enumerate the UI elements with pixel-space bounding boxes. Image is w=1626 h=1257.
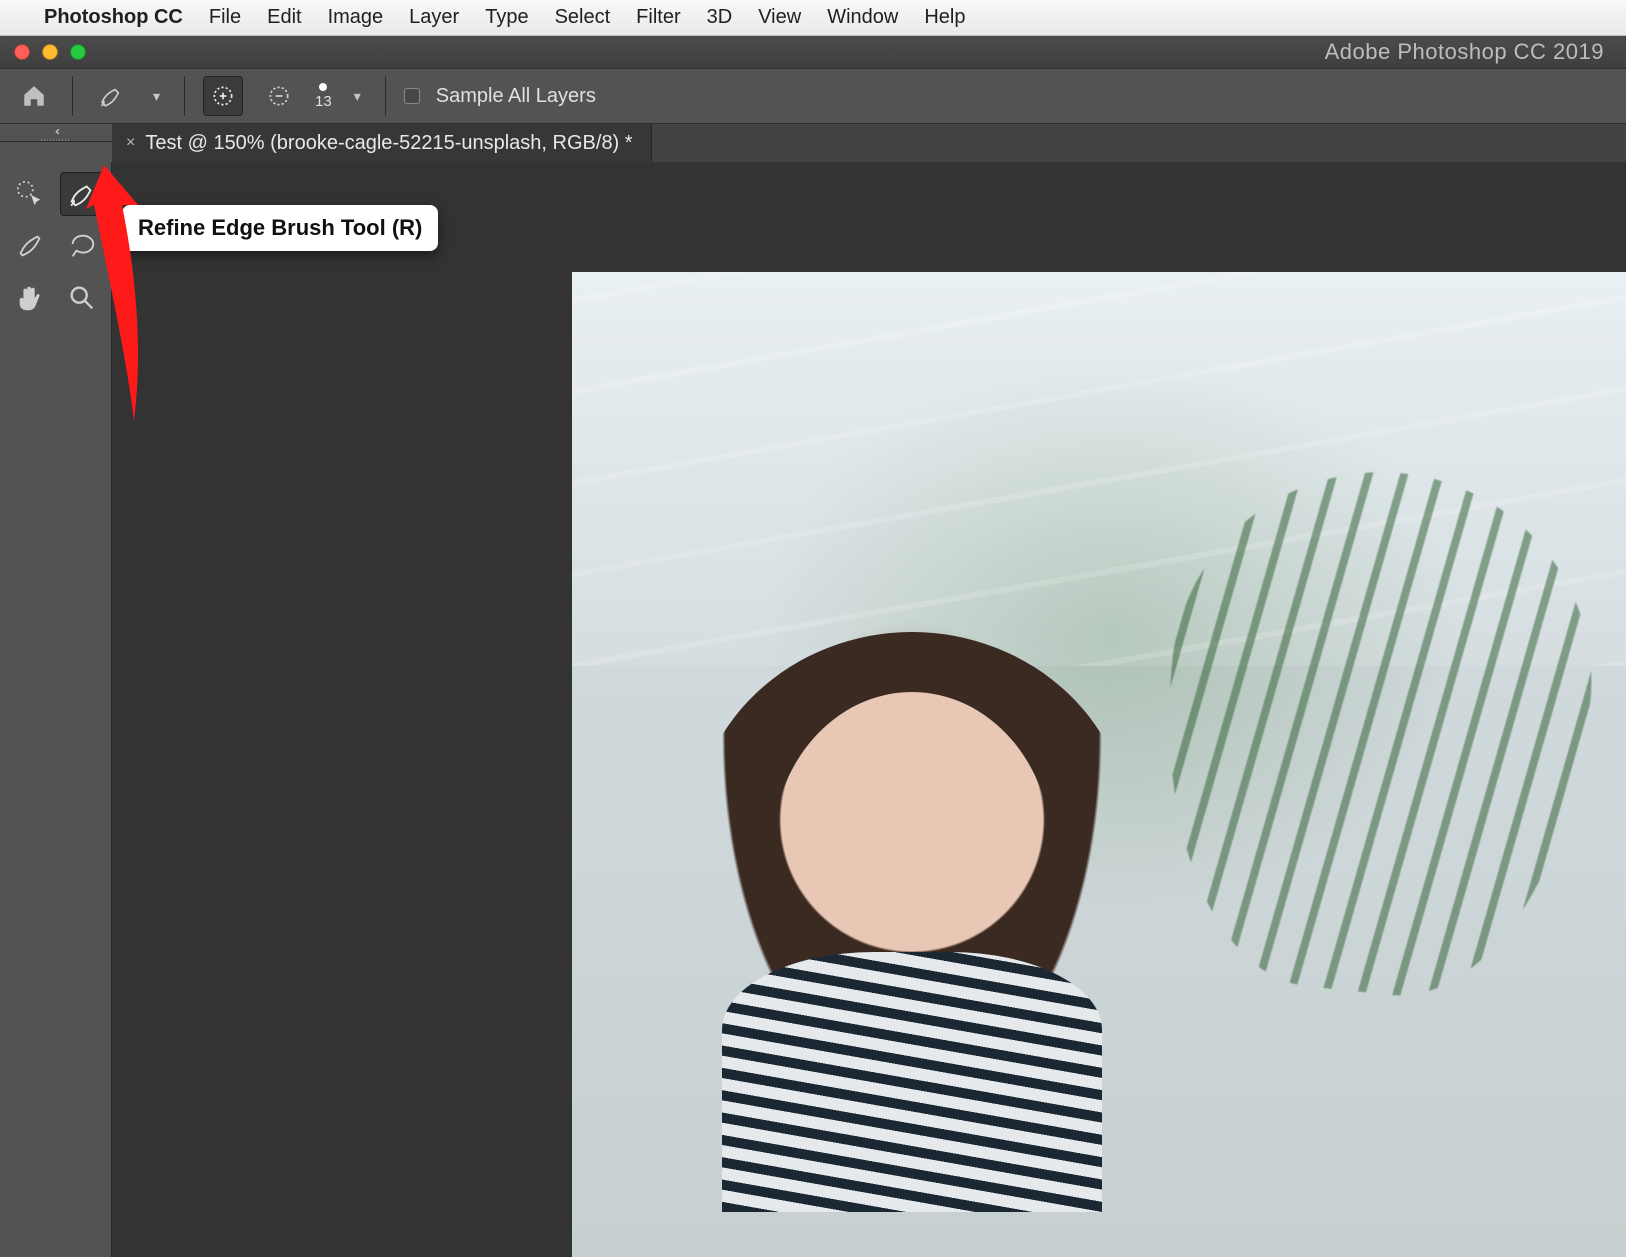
menu-window[interactable]: Window xyxy=(827,6,898,29)
document-image xyxy=(572,272,1626,1257)
add-to-selection-button[interactable] xyxy=(203,76,243,116)
sidebar-collapse-handle[interactable]: ‹‹ xyxy=(0,124,112,142)
menu-select[interactable]: Select xyxy=(555,6,611,29)
document-tab-bar: × Test @ 150% (brooke-cagle-52215-unspla… xyxy=(112,124,1626,162)
hand-tool-button[interactable] xyxy=(8,276,52,320)
brush-picker-dropdown-icon[interactable]: ▾ xyxy=(348,88,367,105)
window-minimize-button[interactable] xyxy=(42,44,58,60)
menu-view[interactable]: View xyxy=(758,6,801,29)
app-name[interactable]: Photoshop CC xyxy=(44,6,183,29)
current-tool-icon[interactable] xyxy=(91,76,131,116)
menu-type[interactable]: Type xyxy=(485,6,528,29)
menu-help[interactable]: Help xyxy=(924,6,965,29)
menu-layer[interactable]: Layer xyxy=(409,6,459,29)
lasso-tool-button[interactable] xyxy=(60,224,104,268)
divider xyxy=(184,76,185,116)
window-title: Adobe Photoshop CC 2019 xyxy=(1325,39,1612,65)
document-tab-label: Test @ 150% (brooke-cagle-52215-unsplash… xyxy=(145,132,632,155)
window-close-button[interactable] xyxy=(14,44,30,60)
brush-dot-icon xyxy=(319,83,327,91)
sample-all-layers-checkbox[interactable] xyxy=(404,88,420,104)
zoom-tool-button[interactable] xyxy=(60,276,104,320)
window-maximize-button[interactable] xyxy=(70,44,86,60)
close-tab-icon[interactable]: × xyxy=(126,134,135,152)
menu-image[interactable]: Image xyxy=(328,6,384,29)
divider xyxy=(385,76,386,116)
options-bar: ▾ 13 ▾ Sample All Layers xyxy=(0,68,1626,124)
canvas-area[interactable] xyxy=(112,162,1626,1257)
tool-sidebar xyxy=(0,162,112,1257)
document-tab[interactable]: × Test @ 150% (brooke-cagle-52215-unspla… xyxy=(112,124,652,162)
quick-selection-tool-button[interactable] xyxy=(8,172,52,216)
menu-file[interactable]: File xyxy=(209,6,241,29)
menu-edit[interactable]: Edit xyxy=(267,6,301,29)
grip-icon xyxy=(41,139,71,141)
brush-tool-button[interactable] xyxy=(8,224,52,268)
divider xyxy=(72,76,73,116)
subtract-from-selection-button[interactable] xyxy=(259,76,299,116)
chevron-left-icon: ‹‹ xyxy=(55,124,57,138)
menu-filter[interactable]: Filter xyxy=(636,6,680,29)
tool-preset-dropdown-icon[interactable]: ▾ xyxy=(147,88,166,105)
refine-edge-brush-tool-button[interactable] xyxy=(60,172,104,216)
menu-3d[interactable]: 3D xyxy=(707,6,733,29)
sample-all-layers-label: Sample All Layers xyxy=(436,85,596,108)
home-button[interactable] xyxy=(14,76,54,116)
macos-menubar: Photoshop CC File Edit Image Layer Type … xyxy=(0,0,1626,36)
window-titlebar: Adobe Photoshop CC 2019 xyxy=(0,36,1626,68)
brush-size-value: 13 xyxy=(315,93,332,110)
tooltip-text: Refine Edge Brush Tool (R) xyxy=(138,215,422,240)
brush-size-preview[interactable]: 13 xyxy=(315,83,332,110)
tooltip: Refine Edge Brush Tool (R) xyxy=(122,205,438,251)
